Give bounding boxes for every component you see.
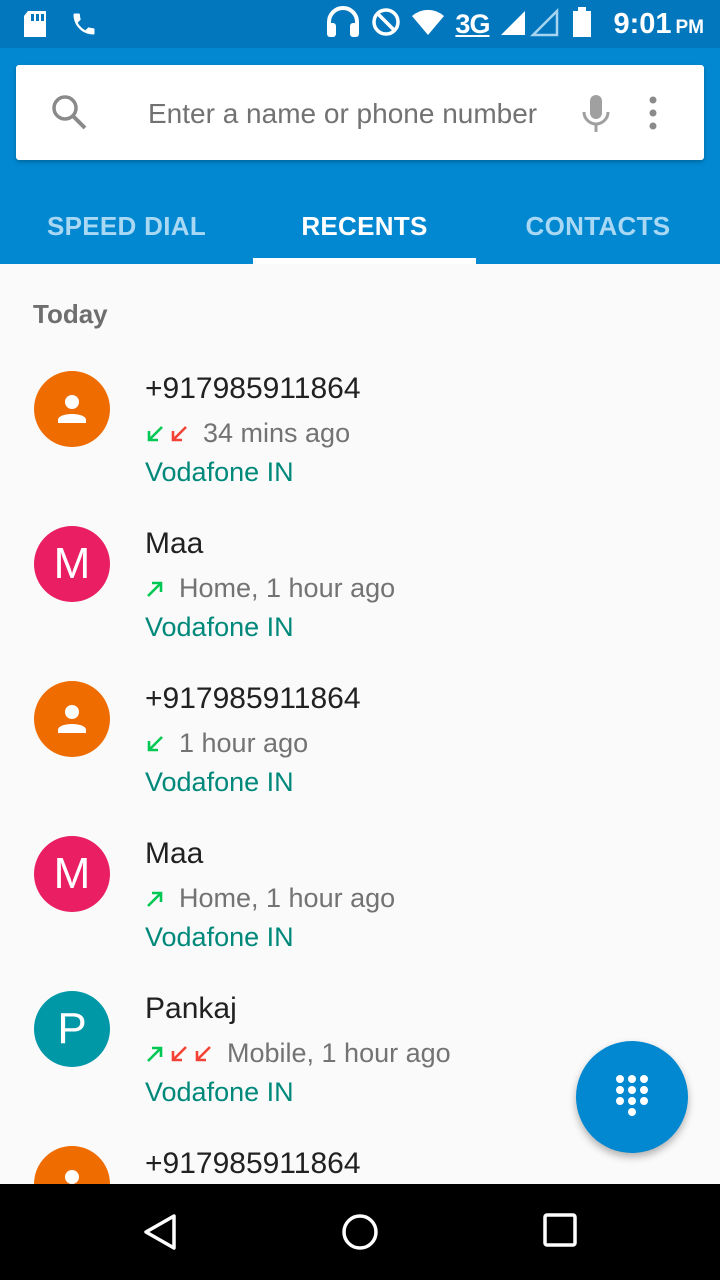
outgoing-call-icon bbox=[145, 1044, 165, 1064]
person-icon bbox=[52, 1164, 92, 1184]
call-row[interactable]: M Maa Home, 1 hour ago Vodafone IN bbox=[0, 803, 720, 958]
call-detail: Mobile, 1 hour ago bbox=[145, 1038, 451, 1069]
home-icon[interactable] bbox=[340, 1212, 380, 1257]
sd-card-icon bbox=[22, 10, 48, 43]
call-row[interactable]: M Maa Home, 1 hour ago Vodafone IN bbox=[0, 493, 720, 648]
carrier-label: Vodafone IN bbox=[145, 922, 294, 952]
contact-name: Maa bbox=[145, 527, 204, 560]
search-input[interactable]: Enter a name or phone number bbox=[148, 98, 537, 130]
outgoing-call-icon bbox=[145, 579, 165, 599]
missed-call-icon bbox=[193, 1044, 213, 1064]
call-row[interactable]: +917985911864 1 hour ago Vodafone IN bbox=[0, 648, 720, 803]
contact-name: +917985911864 bbox=[145, 372, 361, 405]
app-bar: Enter a name or phone number SPEED DIAL … bbox=[0, 48, 720, 264]
tab-speed-dial[interactable]: SPEED DIAL bbox=[0, 188, 253, 264]
call-time: Mobile, 1 hour ago bbox=[227, 1038, 451, 1068]
more-vert-icon[interactable] bbox=[646, 95, 660, 136]
contact-name: Pankaj bbox=[145, 992, 237, 1025]
contact-avatar[interactable]: M bbox=[34, 526, 110, 602]
missed-call-icon bbox=[169, 1044, 189, 1064]
signal-icon bbox=[499, 7, 561, 42]
contact-name: Maa bbox=[145, 837, 204, 870]
call-type-arrows bbox=[145, 734, 165, 754]
navigation-bar bbox=[0, 1184, 720, 1280]
phone-icon bbox=[70, 10, 98, 43]
section-header: Today bbox=[33, 299, 108, 329]
call-type-arrows bbox=[145, 889, 165, 909]
ampm-text: PM bbox=[675, 16, 705, 38]
contact-name: +917985911864 bbox=[145, 682, 361, 715]
headset-icon bbox=[325, 5, 361, 44]
tab-bar: SPEED DIAL RECENTS CONTACTS bbox=[0, 188, 720, 264]
contact-avatar[interactable]: P bbox=[34, 991, 110, 1067]
tab-contacts[interactable]: CONTACTS bbox=[476, 188, 720, 264]
dialpad-button[interactable] bbox=[576, 1041, 688, 1153]
person-icon bbox=[52, 389, 92, 429]
wifi-icon bbox=[411, 8, 445, 41]
call-detail: 1 hour ago bbox=[145, 728, 308, 759]
call-detail: 34 mins ago bbox=[145, 418, 350, 449]
call-detail: Home, 1 hour ago bbox=[145, 573, 395, 604]
search-box[interactable]: Enter a name or phone number bbox=[16, 65, 704, 160]
search-icon[interactable] bbox=[50, 93, 88, 136]
time-text: 9:01 bbox=[613, 7, 672, 40]
network-type: 3G bbox=[455, 8, 490, 39]
outgoing-call-icon bbox=[145, 889, 165, 909]
incoming-call-icon bbox=[145, 734, 165, 754]
contact-avatar[interactable]: M bbox=[34, 836, 110, 912]
call-type-arrows bbox=[145, 424, 189, 444]
call-time: Home, 1 hour ago bbox=[179, 573, 396, 603]
call-detail: Home, 1 hour ago bbox=[145, 883, 395, 914]
contact-name: +917985911864 bbox=[145, 1147, 361, 1180]
call-type-arrows bbox=[145, 1044, 213, 1064]
incoming-call-icon bbox=[145, 424, 165, 444]
missed-call-icon bbox=[169, 424, 189, 444]
mic-icon[interactable] bbox=[580, 93, 612, 140]
battery-icon bbox=[571, 6, 593, 43]
contact-avatar[interactable] bbox=[34, 371, 110, 447]
do-not-disturb-icon bbox=[371, 7, 401, 42]
contact-avatar[interactable] bbox=[34, 1146, 110, 1184]
clock: 9:01 PM bbox=[613, 8, 704, 41]
back-icon[interactable] bbox=[140, 1212, 180, 1257]
person-icon bbox=[52, 699, 92, 739]
dialpad-icon bbox=[612, 1073, 652, 1122]
carrier-label: Vodafone IN bbox=[145, 767, 294, 797]
call-time: 1 hour ago bbox=[179, 728, 309, 758]
tab-recents[interactable]: RECENTS bbox=[253, 188, 476, 264]
carrier-label: Vodafone IN bbox=[145, 612, 294, 642]
call-time: 34 mins ago bbox=[203, 418, 351, 448]
call-time: Home, 1 hour ago bbox=[179, 883, 396, 913]
tab-indicator bbox=[253, 258, 476, 264]
call-type-arrows bbox=[145, 579, 165, 599]
carrier-label: Vodafone IN bbox=[145, 1077, 294, 1107]
call-row[interactable]: +917985911864 34 mins ago Vodafone IN bbox=[0, 338, 720, 493]
status-bar: 3G 9:01 PM bbox=[0, 0, 720, 48]
carrier-label: Vodafone IN bbox=[145, 457, 294, 487]
contact-avatar[interactable] bbox=[34, 681, 110, 757]
recents-icon[interactable] bbox=[542, 1212, 578, 1253]
